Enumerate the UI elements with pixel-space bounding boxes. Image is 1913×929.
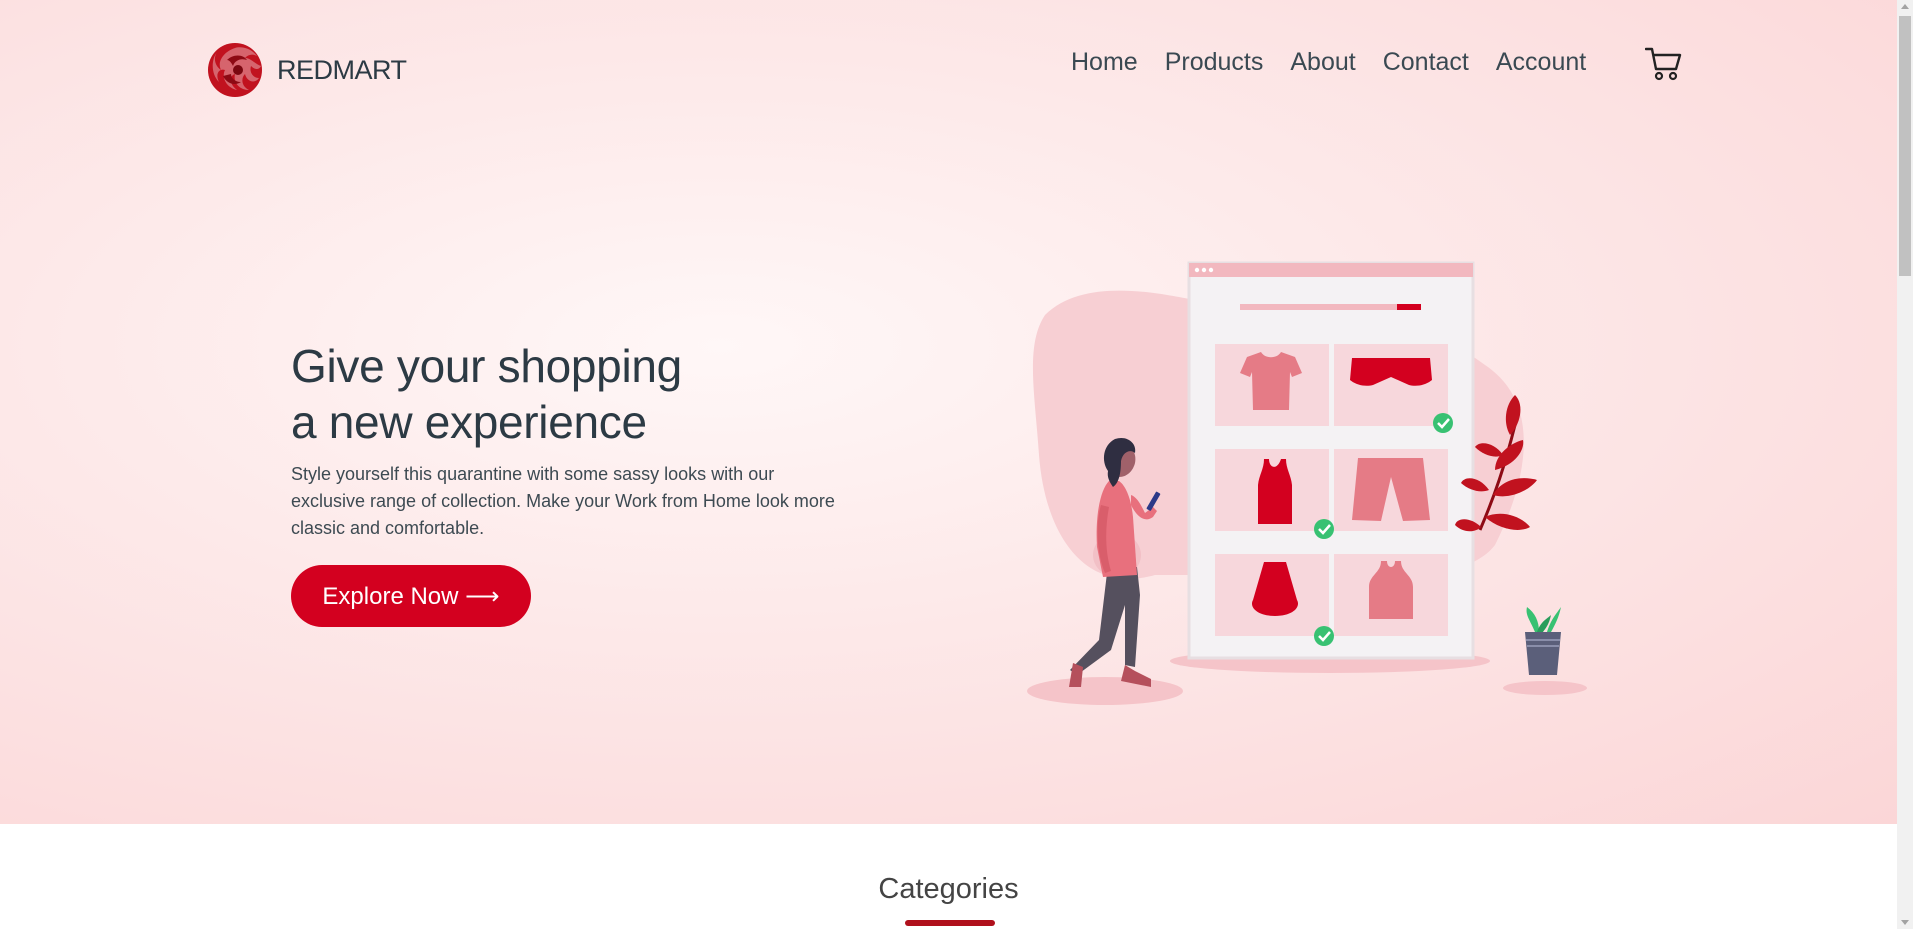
headline-line-2: a new experience [291, 396, 647, 448]
headline-line-1: Give your shopping [291, 340, 682, 392]
explore-now-button[interactable]: Explore Now ⟶ [291, 565, 531, 627]
page-scrollbar[interactable] [1897, 0, 1913, 929]
shopping-cart-icon[interactable] [1645, 46, 1683, 82]
scroll-down-arrow-icon[interactable] [1901, 920, 1909, 925]
brand-name: REDMART [277, 54, 407, 85]
nav-link-products[interactable]: Products [1165, 48, 1264, 77]
nav-link-contact[interactable]: Contact [1383, 48, 1469, 77]
categories-underline [905, 920, 995, 926]
woman-shopping-online-clothes-illustration [1027, 261, 1587, 705]
hero-headline: Give your shopping a new experience [291, 338, 811, 450]
nav-link-about[interactable]: About [1290, 48, 1355, 77]
flame-swirl-logo-icon [208, 43, 262, 97]
scrollbar-thumb[interactable] [1899, 16, 1911, 276]
categories-heading: Categories [878, 873, 1019, 905]
scroll-up-arrow-icon[interactable] [1901, 4, 1909, 9]
hero-description: Style yourself this quarantine with some… [291, 464, 835, 538]
hero-section: REDMART Home Products About Contact Acco… [0, 0, 1897, 824]
nav-link-home[interactable]: Home [1071, 48, 1138, 77]
nav-link-account[interactable]: Account [1496, 48, 1586, 77]
main-nav: Home Products About Contact Account [1071, 48, 1613, 77]
brand-logo[interactable]: REDMART [205, 40, 407, 100]
